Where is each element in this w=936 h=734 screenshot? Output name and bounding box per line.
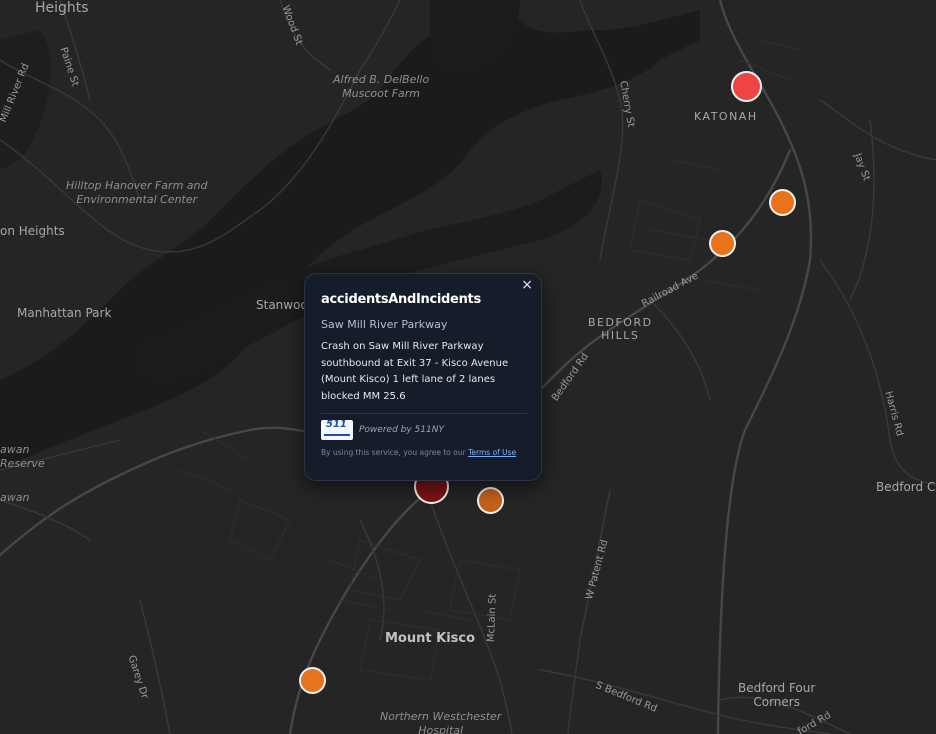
powered-by-text: Powered by 511NY	[359, 425, 444, 435]
map-canvas[interactable]: Heights KATONAH BEDFORD HILLS Mount Kisc…	[0, 0, 936, 734]
terms-text: By using this service, you agree to our …	[321, 448, 525, 457]
incident-popup: × accidentsAndIncidents Saw Mill River P…	[304, 273, 542, 481]
incident-marker-kisco-east[interactable]	[477, 487, 504, 514]
incident-marker-kisco-south[interactable]	[299, 667, 326, 694]
511ny-logo-icon: 511	[321, 419, 353, 440]
terms-of-use-link[interactable]: Terms of Use	[468, 448, 516, 457]
511ny-logo-text: 511	[326, 419, 347, 430]
label-manhattan-park: Manhattan Park	[17, 306, 112, 320]
label-katonah: KATONAH	[694, 110, 758, 123]
label-wawan-1: awan	[0, 443, 30, 456]
popup-divider	[321, 413, 527, 414]
incident-marker-route22-north[interactable]	[769, 189, 796, 216]
label-hilltop-hanover: Hilltop Hanover Farm and Environmental C…	[66, 179, 208, 206]
terms-prefix: By using this service, you agree to our	[321, 448, 469, 457]
label-bedford-four-corners: Bedford Four Corners	[738, 681, 816, 709]
label-mclain-st: McLain St	[486, 593, 499, 643]
label-heights-left: on Heights	[0, 224, 65, 238]
incident-marker-route22-south[interactable]	[709, 230, 736, 257]
label-bedford-corners: Bedford Co	[876, 480, 936, 494]
popup-title: accidentsAndIncidents	[321, 292, 481, 307]
popup-description: Crash on Saw Mill River Parkway southbou…	[321, 341, 509, 402]
label-bedford-hills: BEDFORD HILLS	[588, 316, 653, 342]
label-wawan-2: awan	[0, 491, 30, 504]
label-muscoot-farm: Alfred B. DelBello Muscoot Farm	[333, 73, 430, 100]
incident-marker-katonah[interactable]	[731, 71, 762, 102]
close-icon[interactable]: ×	[521, 277, 533, 293]
popup-attribution: 511 Powered by 511NY	[321, 419, 525, 440]
popup-road-name: Saw Mill River Parkway	[321, 318, 448, 331]
label-heights: Heights	[35, 0, 89, 16]
label-wawan-reserve: Reserve	[0, 457, 45, 470]
label-mount-kisco: Mount Kisco	[385, 631, 476, 646]
label-hospital: Northern Westchester Hospital	[380, 710, 502, 734]
